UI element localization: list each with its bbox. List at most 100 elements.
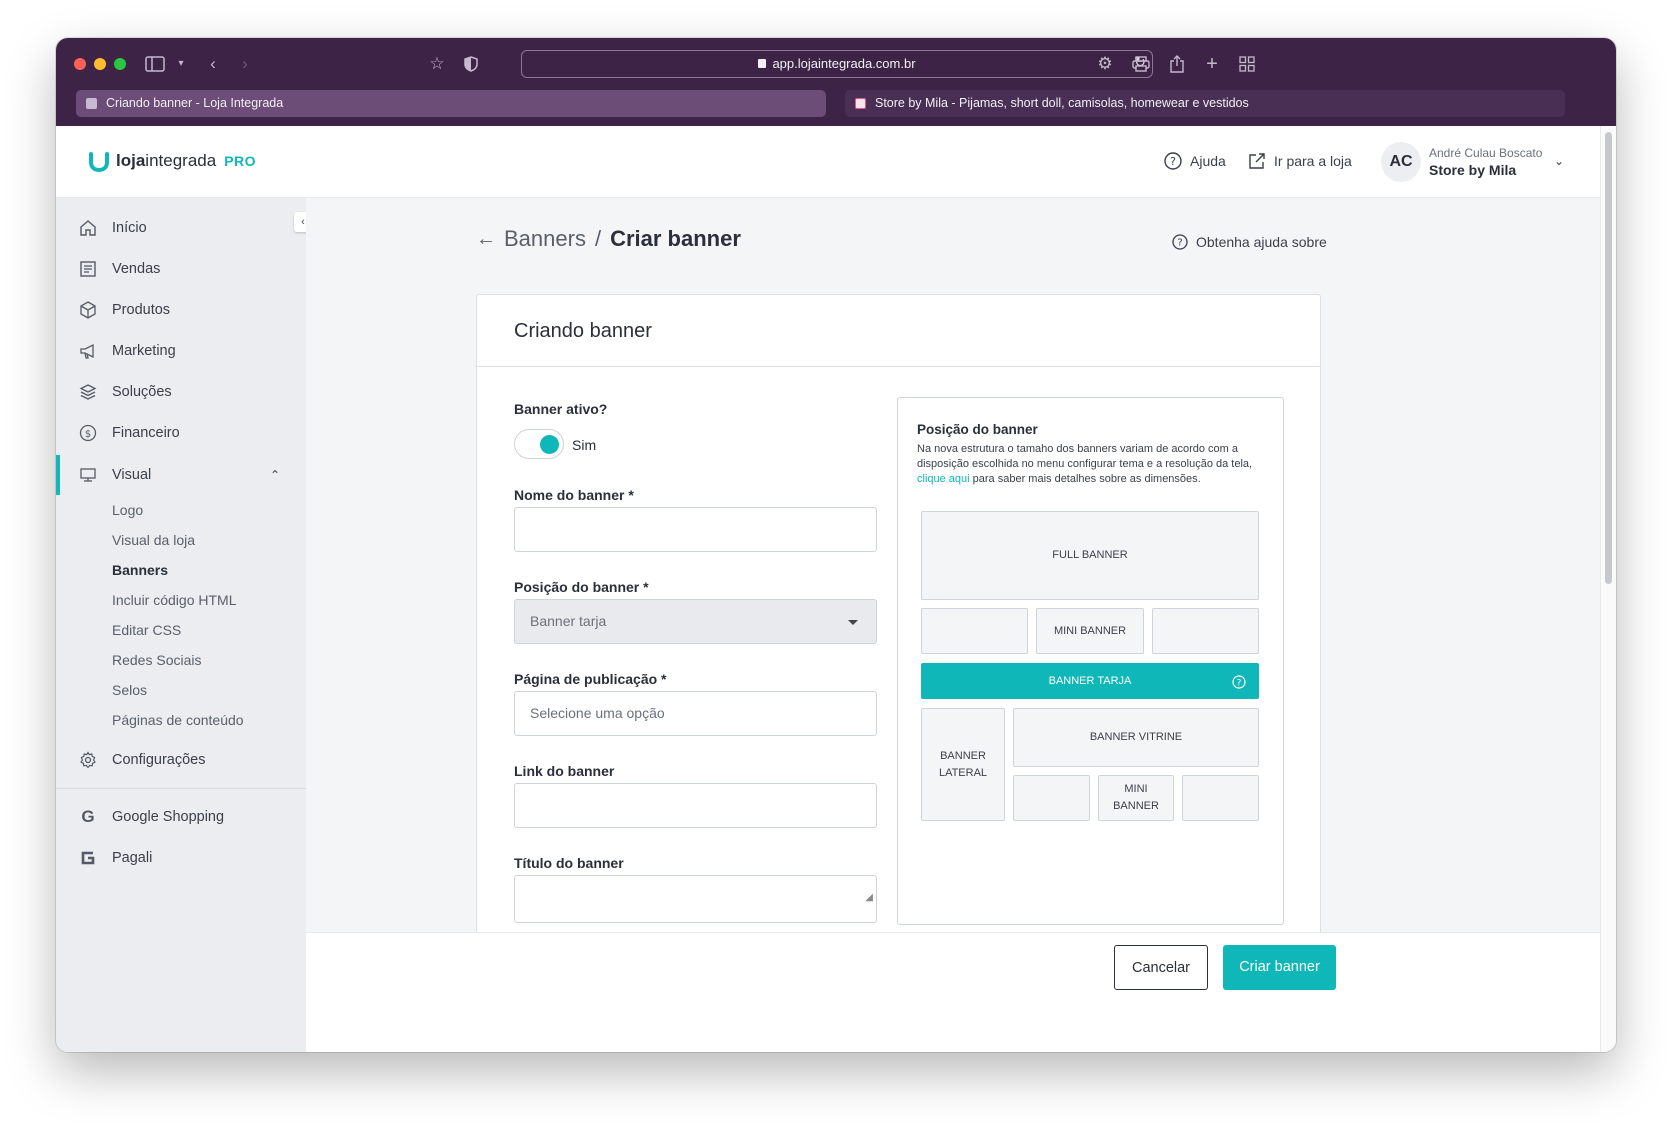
browser-tab-inactive[interactable]: Store by Mila - Pijamas, short doll, cam…	[845, 90, 1565, 117]
sidebar-subitem-selos[interactable]: Selos	[112, 682, 147, 698]
position-preview-title: Posição do banner	[917, 422, 1038, 437]
monitor-icon	[78, 465, 98, 485]
link-label: Link do banner	[514, 763, 615, 779]
sidebar-item-configuracoes[interactable]: Configurações	[56, 740, 306, 780]
sidebar-item-pagali[interactable]: Pagali	[56, 838, 306, 878]
dollar-icon: $	[78, 423, 98, 443]
url-bar[interactable]: app.lojaintegrada.com.br ↻	[521, 50, 1153, 78]
avatar[interactable]: AC	[1381, 142, 1421, 182]
help-about-link[interactable]: ? Obtenha ajuda sobre	[1172, 234, 1327, 250]
slot-vitrine-mini-center[interactable]: MINI BANNER	[1098, 775, 1174, 821]
sidebar-item-financeiro[interactable]: $ Financeiro	[56, 413, 306, 453]
external-link-icon	[1249, 153, 1265, 169]
sidebar-item-vendas[interactable]: Vendas	[56, 249, 306, 289]
position-label: Posição do banner *	[514, 579, 649, 595]
back-arrow-icon[interactable]: ←	[476, 228, 496, 251]
chevron-down-icon[interactable]: ▾	[168, 52, 194, 76]
tab-title: Criando banner - Loja Integrada	[106, 96, 284, 110]
chevron-down-icon[interactable]: ⌄	[1554, 154, 1564, 168]
slot-banner-tarja[interactable]: BANNER TARJA ?	[921, 663, 1259, 699]
svg-text:?: ?	[1177, 238, 1182, 249]
url-text: app.lojaintegrada.com.br	[772, 56, 916, 71]
sidebar-item-marketing[interactable]: Marketing	[56, 331, 306, 371]
user-menu[interactable]: André Culau Boscato Store by Mila	[1429, 146, 1542, 178]
star-icon[interactable]: ☆	[424, 52, 450, 76]
scrollbar-thumb[interactable]	[1605, 132, 1612, 584]
shield-icon[interactable]	[458, 52, 484, 76]
forward-arrow-icon[interactable]: ›	[232, 52, 258, 76]
sidebar-item-google-shopping[interactable]: G Google Shopping	[56, 797, 306, 837]
slot-vitrine-mini-left[interactable]	[1013, 775, 1090, 821]
sidebar-subitem-banners[interactable]: Banners	[112, 562, 168, 578]
megaphone-icon	[78, 341, 98, 361]
slot-vitrine-mini-right[interactable]	[1182, 775, 1259, 821]
banner-position-select[interactable]: Banner tarja	[514, 599, 877, 644]
active-label: Banner ativo?	[514, 401, 608, 417]
store-favicon-icon	[855, 98, 866, 109]
click-here-link[interactable]: clique aqui	[917, 473, 970, 485]
sidebar-subitem-paginas[interactable]: Páginas de conteúdo	[112, 712, 244, 728]
caret-down-icon	[848, 620, 858, 625]
breadcrumb-parent-link[interactable]: Banners	[504, 226, 586, 252]
user-name: André Culau Boscato	[1429, 146, 1543, 160]
sidebar-item-solucoes[interactable]: Soluções	[56, 372, 306, 412]
browser-window: ▾ ‹ › ☆ app.lojaintegrada.com.br ↻ ⚙ + C…	[56, 38, 1616, 1052]
receipt-icon	[78, 259, 98, 279]
sidebar-subitem-html[interactable]: Incluir código HTML	[112, 592, 237, 608]
slot-mini-banner-right[interactable]	[1152, 608, 1259, 654]
sidebar-subitem-redes-sociais[interactable]: Redes Sociais	[112, 652, 202, 668]
browser-titlebar: ▾ ‹ › ☆ app.lojaintegrada.com.br ↻ ⚙ + C…	[56, 38, 1616, 126]
sidebar-subitem-logo[interactable]: Logo	[112, 502, 143, 518]
banner-title-textarea[interactable]: ◢	[514, 875, 877, 923]
browser-tab-active[interactable]: Criando banner - Loja Integrada	[76, 90, 826, 117]
slot-banner-vitrine[interactable]: BANNER VITRINE	[1013, 708, 1259, 767]
sidebar-item-inicio[interactable]: Início	[56, 208, 306, 248]
go-to-store-link[interactable]: Ir para a loja	[1248, 152, 1352, 170]
maximize-window-button[interactable]	[114, 58, 126, 70]
sidebar-subitem-css[interactable]: Editar CSS	[112, 622, 181, 638]
page-placeholder: Selecione uma opção	[530, 705, 665, 721]
banner-name-input[interactable]	[514, 507, 877, 552]
back-arrow-icon[interactable]: ‹	[200, 52, 226, 76]
svg-text:?: ?	[1170, 155, 1176, 168]
box-icon	[78, 300, 98, 320]
sidebar-item-visual[interactable]: Visual ⌃	[56, 455, 306, 495]
close-tab-icon[interactable]	[86, 98, 97, 109]
sidebar-item-produtos[interactable]: Produtos	[56, 290, 306, 330]
active-toggle[interactable]	[514, 429, 564, 459]
google-icon: G	[81, 807, 95, 826]
gear-icon[interactable]: ⚙	[1092, 52, 1118, 76]
banner-link-input[interactable]	[514, 783, 877, 828]
cancel-button[interactable]: Cancelar	[1114, 945, 1208, 990]
create-banner-button[interactable]: Criar banner	[1223, 945, 1336, 990]
sidebar-subitem-visual-da-loja[interactable]: Visual da loja	[112, 532, 195, 548]
pro-badge: PRO	[224, 153, 257, 169]
question-circle-icon[interactable]: ?	[1232, 675, 1246, 689]
sidebar-toggle-icon[interactable]	[142, 52, 168, 76]
home-icon	[78, 218, 98, 238]
printer-icon[interactable]	[1128, 52, 1154, 76]
tab-overview-icon[interactable]	[1234, 52, 1260, 76]
slot-full-banner[interactable]: FULL BANNER	[921, 511, 1259, 600]
close-window-button[interactable]	[74, 58, 86, 70]
active-indicator	[56, 455, 60, 495]
slot-mini-banner-left[interactable]	[921, 608, 1028, 654]
loja-integrada-logo[interactable]: loja integrada PRO	[88, 150, 256, 172]
page-scrollbar[interactable]	[1600, 126, 1616, 1052]
sidebar-divider	[56, 788, 306, 789]
slot-banner-lateral[interactable]: BANNER LATERAL	[921, 708, 1005, 821]
question-circle-icon: ?	[1164, 152, 1182, 170]
user-store: Store by Mila	[1429, 162, 1517, 178]
chevron-up-icon[interactable]: ⌃	[270, 468, 280, 482]
help-link[interactable]: ? Ajuda	[1164, 152, 1226, 170]
app-header: loja integrada PRO ? Ajuda Ir para a loja…	[56, 126, 1600, 198]
slot-mini-banner-center[interactable]: MINI BANNER	[1036, 608, 1144, 654]
resize-grip-icon[interactable]: ◢	[865, 876, 873, 919]
share-icon[interactable]	[1164, 52, 1190, 76]
publication-page-select[interactable]: Selecione uma opção	[514, 691, 877, 736]
minimize-window-button[interactable]	[94, 58, 106, 70]
svg-text:$: $	[85, 429, 91, 440]
question-circle-icon: ?	[1172, 234, 1188, 250]
breadcrumb: ← Banners / Criar banner	[476, 226, 741, 252]
new-tab-plus-icon[interactable]: +	[1199, 52, 1225, 76]
